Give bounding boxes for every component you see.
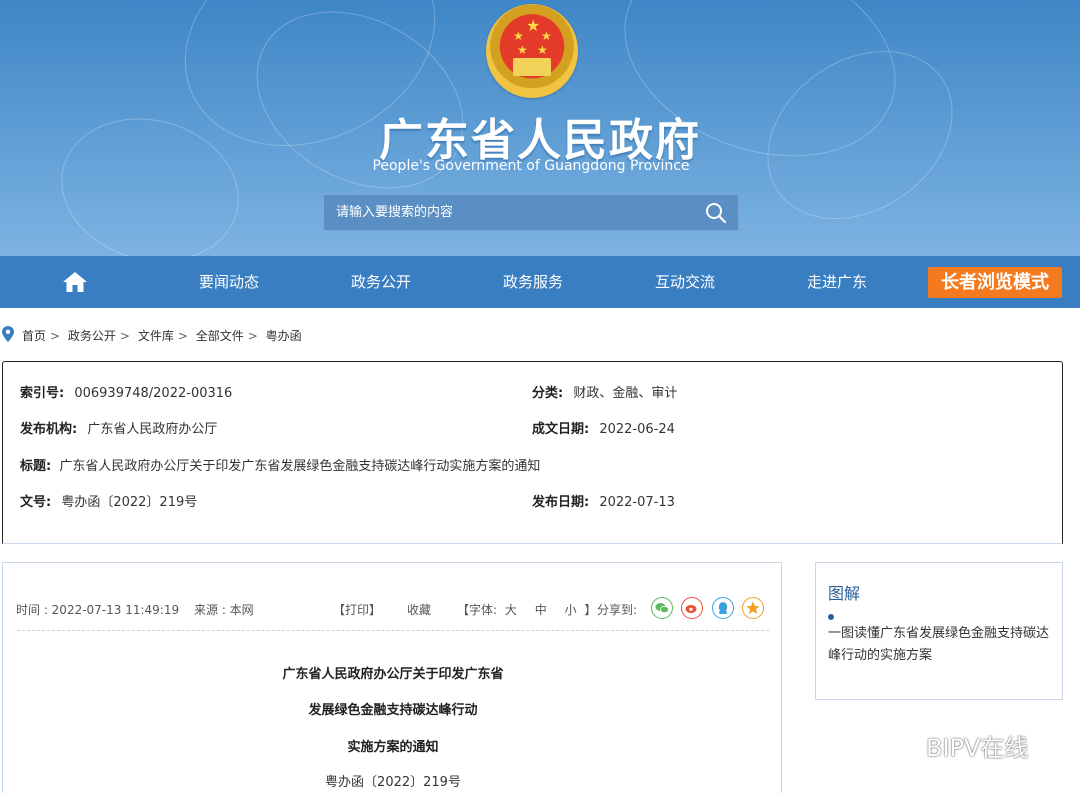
- info-value: 006939748/2022-00316: [74, 386, 233, 401]
- font-size-control: 【字体: 大 中 小 】: [457, 601, 596, 618]
- national-emblem-icon: ★ ★ ★ ★ ★: [486, 4, 578, 98]
- qq-share-icon[interactable]: [712, 597, 734, 619]
- font-medium-button[interactable]: 中: [535, 603, 547, 617]
- header-banner: ★ ★ ★ ★ ★ 广东省人民政府 People's Government of…: [0, 0, 1080, 256]
- search-icon[interactable]: [704, 201, 728, 225]
- nav-item-interaction[interactable]: 互动交流: [634, 256, 736, 308]
- font-small-button[interactable]: 小: [565, 603, 577, 617]
- info-index-no: 索引号: 006939748/2022-00316: [20, 382, 232, 401]
- breadcrumb-gov-affairs[interactable]: 政务公开: [68, 329, 116, 343]
- doc-title-line: 广东省人民政府办公厅关于印发广东省: [282, 667, 504, 682]
- home-icon[interactable]: [62, 270, 88, 294]
- qzone-share-icon[interactable]: [742, 597, 764, 619]
- info-created-date: 成文日期: 2022-06-24: [532, 418, 675, 437]
- favorite-button[interactable]: 收藏: [407, 601, 431, 618]
- breadcrumb-all-files[interactable]: 全部文件: [196, 329, 244, 343]
- doc-number: 粤办函〔2022〕219号: [325, 775, 461, 790]
- breadcrumb-current[interactable]: 粤办函: [266, 329, 302, 343]
- info-publish-date: 发布日期: 2022-07-13: [532, 491, 675, 510]
- font-size-label-end: 】: [584, 603, 597, 617]
- info-doc-no: 文号: 粤办函〔2022〕219号: [20, 491, 197, 510]
- info-label: 成文日期:: [532, 422, 590, 437]
- info-value: 2022-07-13: [599, 495, 675, 510]
- breadcrumb-home[interactable]: 首页: [22, 329, 46, 343]
- font-large-button[interactable]: 大: [505, 603, 517, 617]
- breadcrumb-separator: >: [119, 329, 130, 343]
- info-title: 标题: 广东省人民政府办公厅关于印发广东省发展绿色金融支持碳达峰行动实施方案的通…: [20, 455, 540, 474]
- info-value: 粤办函〔2022〕219号: [61, 495, 198, 510]
- breadcrumb-file-library[interactable]: 文件库: [138, 329, 174, 343]
- info-label: 标题:: [20, 459, 52, 474]
- info-label: 发布日期:: [532, 495, 590, 510]
- meta-divider: [17, 630, 769, 631]
- infographic-link[interactable]: 一图读懂广东省发展绿色金融支持碳达峰行动的实施方案: [828, 623, 1050, 667]
- doc-title-line: 实施方案的通知: [347, 740, 439, 755]
- nav-item-news[interactable]: 要闻动态: [178, 256, 280, 308]
- weibo-share-icon[interactable]: [681, 597, 703, 619]
- nav-item-gov-services[interactable]: 政务服务: [482, 256, 584, 308]
- info-label: 文号:: [20, 495, 52, 510]
- location-pin-icon: [2, 326, 14, 342]
- info-category: 分类: 财政、金融、审计: [532, 382, 677, 401]
- info-value: 广东省人民政府办公厅: [87, 422, 218, 437]
- info-value: 财政、金融、审计: [573, 386, 678, 401]
- info-label: 分类:: [532, 386, 564, 401]
- article-panel: 时间 : 2022-07-13 11:49:19 来源 : 本网 【打印】 收藏…: [2, 562, 782, 793]
- font-size-label: 【字体:: [457, 603, 498, 617]
- article-source: 来源 : 本网: [194, 603, 254, 617]
- side-panel-title: 图解: [828, 584, 861, 603]
- document-info-box: 索引号: 006939748/2022-00316 分类: 财政、金融、审计 发…: [2, 361, 1063, 544]
- info-label: 索引号:: [20, 386, 65, 401]
- bullet-icon: [828, 614, 834, 620]
- info-value: 2022-06-24: [599, 422, 675, 437]
- doc-title-line: 发展绿色金融支持碳达峰行动: [308, 703, 478, 718]
- article-time: 时间 : 2022-07-13 11:49:19: [16, 603, 180, 617]
- breadcrumb-separator: >: [247, 329, 258, 343]
- info-label: 发布机构:: [20, 422, 78, 437]
- search-box: [323, 194, 739, 231]
- infographic-panel: 图解 一图读懂广东省发展绿色金融支持碳达峰行动的实施方案: [815, 562, 1063, 700]
- nav-item-gov-affairs[interactable]: 政务公开: [330, 256, 432, 308]
- watermark-text: BIPV在线: [926, 734, 1029, 762]
- share-label: 分享到:: [597, 603, 638, 617]
- breadcrumb-separator: >: [50, 329, 61, 343]
- print-button[interactable]: 【打印】: [333, 601, 381, 618]
- info-value: 广东省人民政府办公厅关于印发广东省发展绿色金融支持碳达峰行动实施方案的通知: [59, 459, 541, 474]
- wechat-share-icon[interactable]: [651, 597, 673, 619]
- breadcrumb-separator: >: [177, 329, 188, 343]
- main-nav: 要闻动态 政务公开 政务服务 互动交流 走进广东: [0, 256, 1080, 308]
- site-subtitle: People's Government of Guangdong Provinc…: [372, 158, 690, 174]
- info-publisher: 发布机构: 广东省人民政府办公厅: [20, 418, 217, 437]
- search-input[interactable]: [324, 195, 694, 230]
- elder-mode-button[interactable]: 长者浏览模式: [928, 267, 1062, 298]
- wechat-watermark-icon: [876, 730, 915, 757]
- nav-item-about-guangdong[interactable]: 走进广东: [786, 256, 888, 308]
